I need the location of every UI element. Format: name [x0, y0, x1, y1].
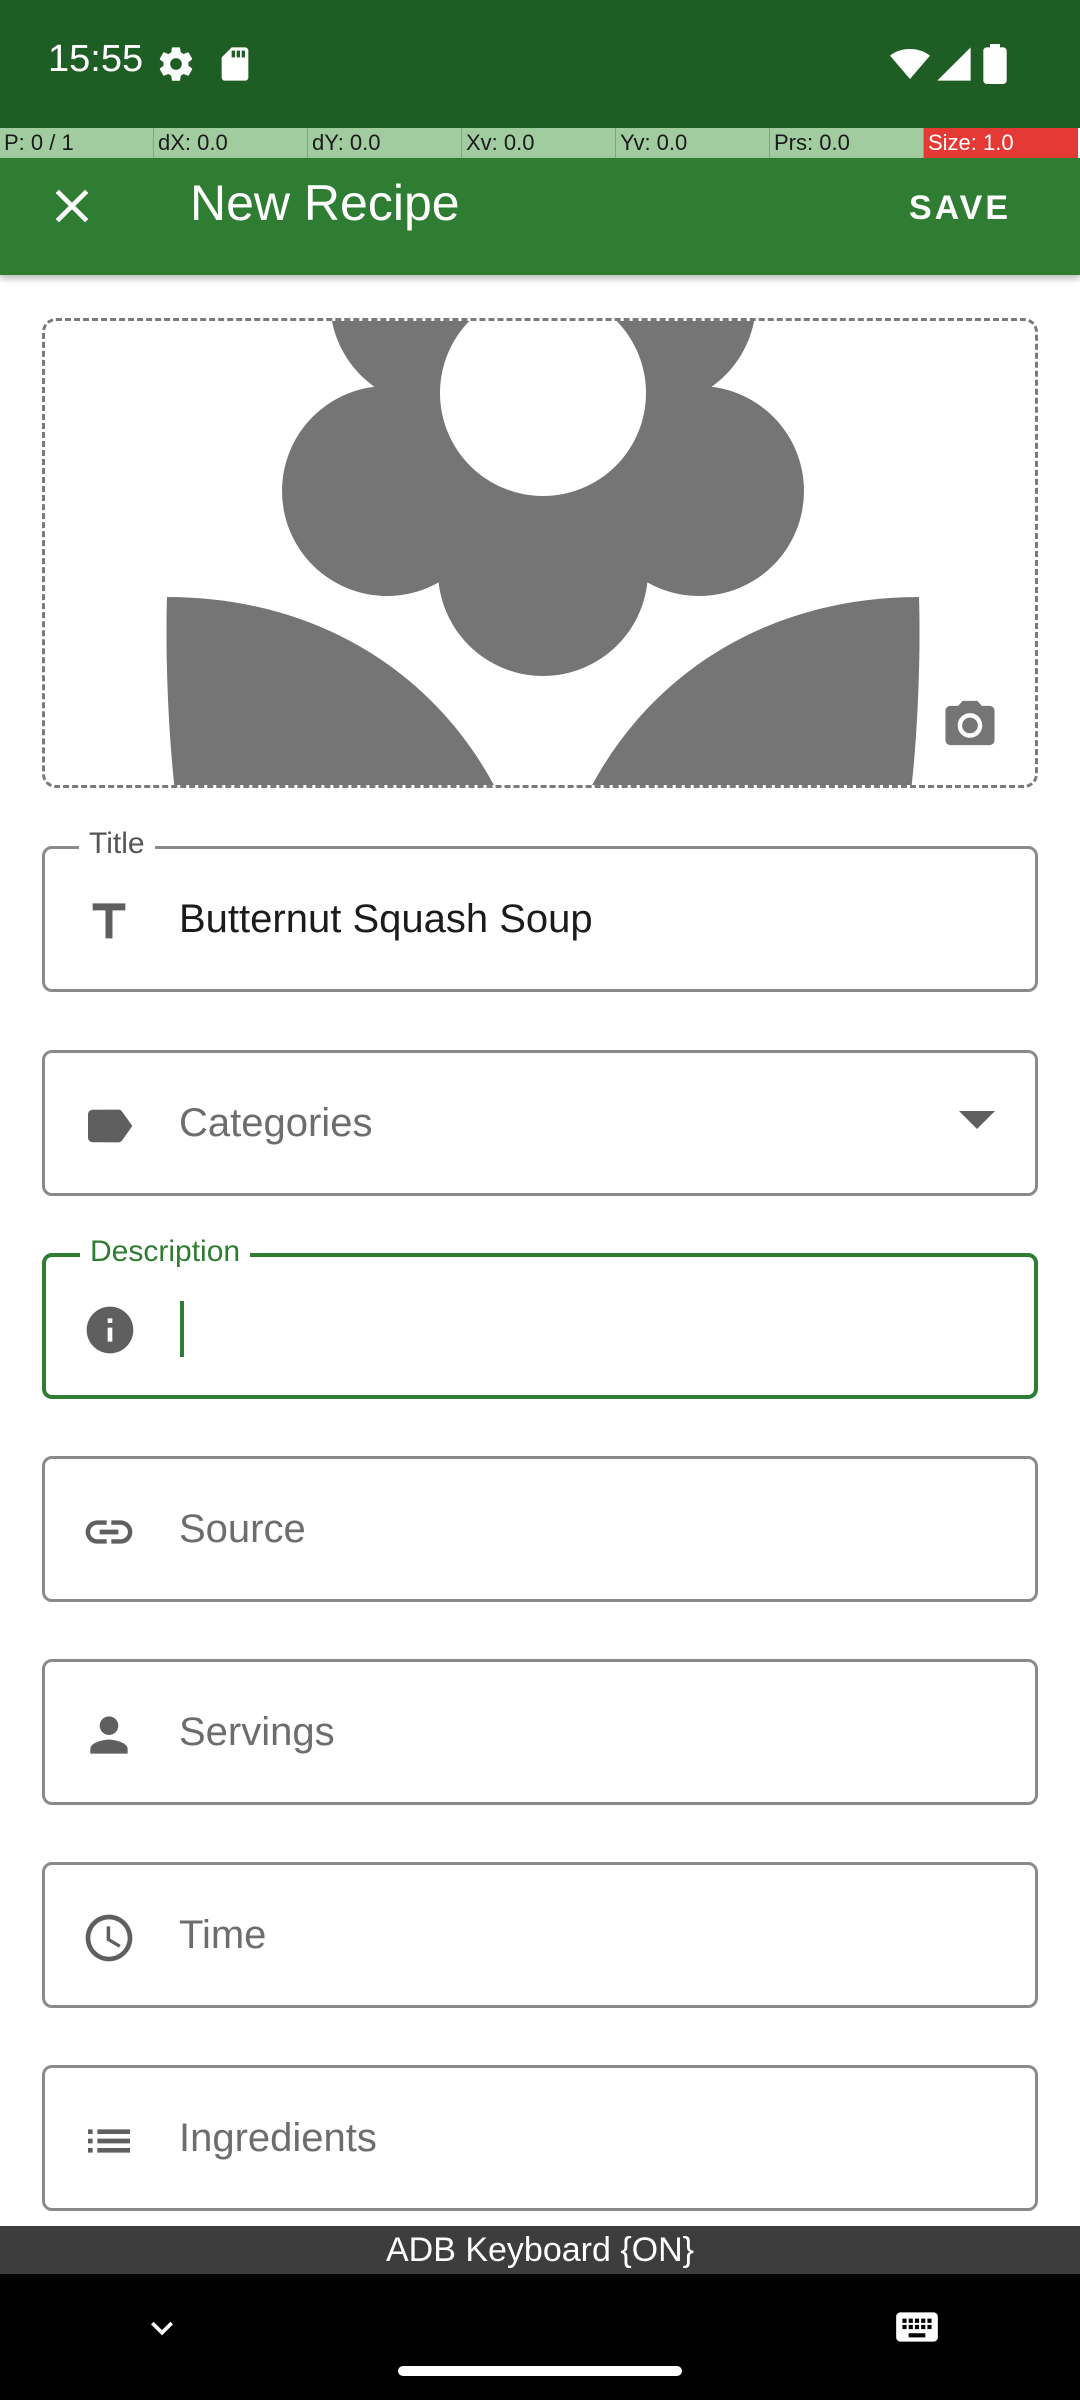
servings-placeholder: Servings — [179, 1710, 335, 1754]
categories-placeholder: Categories — [179, 1101, 373, 1145]
pointer-cell: Size: 1.0 — [924, 128, 1078, 158]
source-field[interactable]: Source — [42, 1456, 1038, 1602]
system-nav-bar — [0, 2274, 1080, 2400]
home-gesture-handle[interactable] — [398, 2366, 682, 2376]
pointer-cell: Yv: 0.0 — [616, 128, 770, 158]
sd-card-icon — [221, 47, 249, 81]
title-label: Title — [79, 827, 155, 861]
keyboard-icon[interactable] — [890, 2302, 944, 2352]
list-icon — [88, 2129, 130, 2153]
servings-field[interactable]: Servings — [42, 1659, 1038, 1805]
app-toolbar: New Recipe SAVE — [0, 158, 1080, 275]
text-cursor — [180, 1301, 184, 1357]
signal-icon — [937, 47, 971, 81]
status-time: 15:55 — [48, 38, 144, 80]
pointer-cell: dY: 0.0 — [308, 128, 462, 158]
keyboard-status-banner: ADB Keyboard {ON} — [0, 2226, 1080, 2274]
battery-icon — [983, 44, 1007, 84]
label-icon — [88, 1109, 133, 1143]
info-icon — [86, 1306, 134, 1354]
text-icon — [92, 903, 126, 939]
title-value: Butternut Squash Soup — [179, 897, 593, 941]
pointer-cell: Prs: 0.0 — [770, 128, 924, 158]
camera-icon[interactable] — [940, 696, 1000, 750]
pointer-location-overlay: P: 0 / 1 dX: 0.0 dY: 0.0 Xv: 0.0 Yv: 0.0… — [0, 128, 1080, 158]
title-field[interactable]: Title Butternut Squash Soup — [42, 827, 1038, 992]
time-placeholder: Time — [179, 1913, 267, 1957]
clock-icon — [85, 1914, 133, 1962]
wifi-icon — [890, 49, 930, 79]
ingredients-placeholder: Ingredients — [179, 2116, 377, 2160]
ingredients-field[interactable]: Ingredients — [42, 2065, 1038, 2211]
chevron-down-icon[interactable] — [140, 2306, 184, 2350]
status-bar: 15:55 — [0, 0, 1080, 128]
save-button[interactable]: SAVE — [880, 168, 1040, 248]
pointer-cell: Xv: 0.0 — [462, 128, 616, 158]
description-field[interactable]: Description — [42, 1235, 1038, 1399]
flower-icon — [166, 321, 920, 785]
description-label: Description — [80, 1235, 251, 1269]
close-button[interactable] — [44, 178, 100, 234]
time-field[interactable]: Time — [42, 1862, 1038, 2008]
link-icon — [85, 1520, 133, 1544]
chevron-down-icon — [959, 1111, 995, 1129]
page-title: New Recipe — [190, 175, 460, 231]
categories-dropdown[interactable]: Categories — [42, 1050, 1038, 1196]
pointer-cell: dX: 0.0 — [154, 128, 308, 158]
recipe-image-picker[interactable] — [42, 318, 1038, 788]
person-icon — [90, 1716, 128, 1754]
settings-icon — [159, 47, 193, 81]
close-icon — [55, 189, 89, 223]
source-placeholder: Source — [179, 1507, 306, 1551]
pointer-cell: P: 0 / 1 — [0, 128, 154, 158]
